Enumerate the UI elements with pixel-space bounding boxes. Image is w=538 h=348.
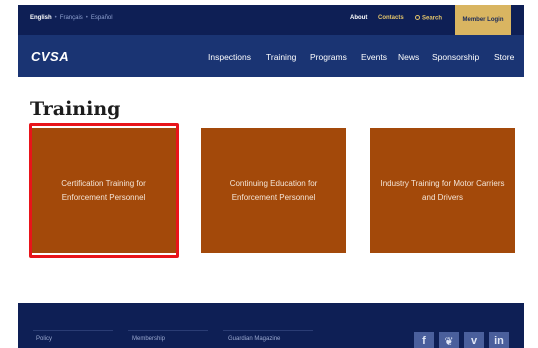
card-industry-training[interactable]: Industry Training for Motor Carriers and… [370,128,515,253]
language-switcher: English • Français • Español [30,15,113,21]
utility-bar: English • Français • Español About Contacts … [18,5,524,35]
footer-link-guardian-magazine[interactable]: Guardian Magazine [228,336,280,342]
language-separator: • [54,15,57,21]
search-label: Search [422,15,443,22]
card-label: Certification Training for Enforcement P… [61,178,146,202]
twitter-icon[interactable]: ❦ [439,332,459,348]
nav-item-events[interactable]: Events [361,52,387,62]
footer: Policy Membership Guardian Magazine f ❦ … [18,303,524,348]
cvsa-logo[interactable]: CVSA [31,49,69,64]
language-french[interactable]: Français [60,15,83,21]
contacts-link[interactable]: Contacts [378,15,404,21]
vimeo-icon[interactable]: v [464,332,484,348]
language-separator: • [85,15,88,21]
footer-link-policy[interactable]: Policy [36,336,52,342]
card-label: Industry Training for Motor Carriers and… [380,178,505,202]
nav-item-sponsorship[interactable]: Sponsorship [432,52,479,62]
page-title: Training [30,98,121,120]
search-link[interactable]: Search [415,15,442,22]
facebook-icon[interactable]: f [414,332,434,348]
nav-item-news[interactable]: News [398,52,419,62]
language-spanish[interactable]: Español [91,15,113,21]
nav-item-training[interactable]: Training [266,52,296,62]
footer-divider [223,330,313,331]
member-login-button[interactable]: Member Login [455,5,511,35]
language-english[interactable]: English [30,15,52,21]
nav-item-store[interactable]: Store [494,52,514,62]
nav-item-inspections[interactable]: Inspections [208,52,251,62]
linkedin-icon[interactable]: in [489,332,509,348]
footer-divider [128,330,208,331]
main-nav: CVSA Inspections Training Programs Event… [18,35,524,77]
about-link[interactable]: About [350,15,367,21]
card-certification-training[interactable]: Certification Training for Enforcement P… [31,128,176,253]
card-continuing-education[interactable]: Continuing Education for Enforcement Per… [201,128,346,253]
card-label: Continuing Education for Enforcement Per… [229,178,318,202]
footer-link-membership[interactable]: Membership [132,336,165,342]
nav-item-programs[interactable]: Programs [310,52,347,62]
search-icon [415,15,420,20]
footer-divider [33,330,113,331]
